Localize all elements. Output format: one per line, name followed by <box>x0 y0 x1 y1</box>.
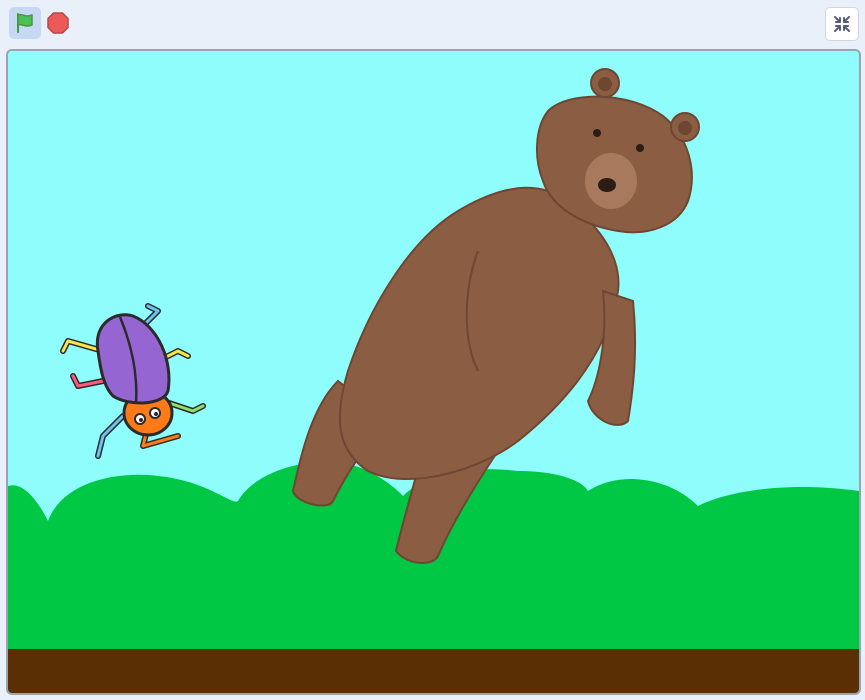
stage-canvas <box>8 51 859 693</box>
exit-fullscreen-button[interactable] <box>825 7 859 41</box>
dirt-ground <box>8 649 859 693</box>
green-flag-button[interactable] <box>9 7 41 39</box>
stage[interactable] <box>6 49 861 695</box>
stop-sign-icon <box>47 12 69 34</box>
stage-toolbar <box>0 0 865 48</box>
stop-button[interactable] <box>45 9 71 37</box>
exit-fullscreen-icon <box>834 16 850 32</box>
green-flag-icon <box>17 13 33 33</box>
